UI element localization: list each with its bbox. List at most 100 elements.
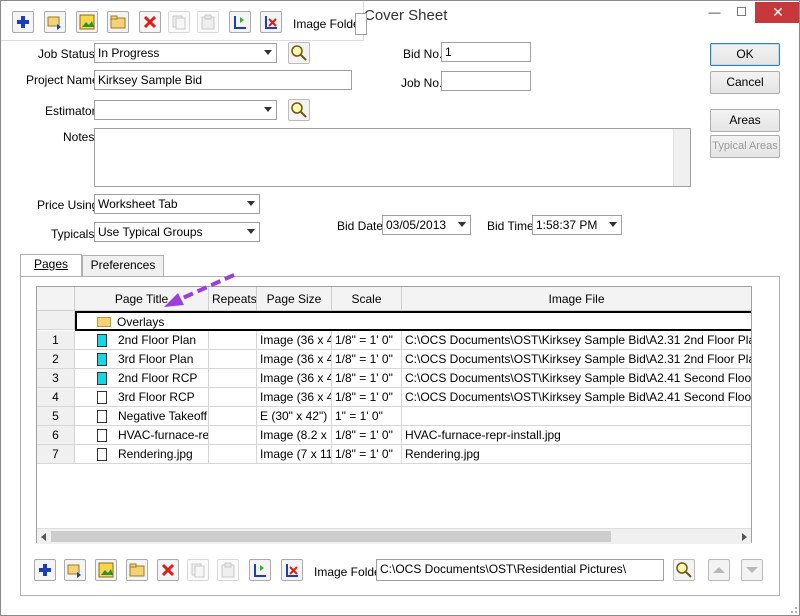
image-file-cell[interactable]: C:\OCS Documents\OST\Kirksey Sample Bid\… <box>402 350 751 369</box>
delete-button[interactable] <box>139 11 161 33</box>
image-file-cell[interactable] <box>402 407 751 426</box>
bottom-folder-button[interactable] <box>126 559 148 581</box>
maximize-button[interactable]: ☐ <box>728 2 755 23</box>
resize-grip-icon[interactable] <box>785 601 799 615</box>
page-title-cell[interactable]: HVAC-furnace-re... <box>75 426 209 445</box>
page-size-cell[interactable]: Image (36 x 48) <box>257 350 332 369</box>
table-row[interactable]: 6 HVAC-furnace-re... Image (8.2 x ... 1/8" … <box>37 426 751 445</box>
repeats-cell[interactable] <box>209 388 257 407</box>
scale-cell[interactable]: 1/8" = 1' 0" <box>332 331 402 350</box>
copy-button-disabled[interactable] <box>168 11 190 33</box>
move-button[interactable] <box>229 11 251 33</box>
overlays-group-row[interactable]: Overlays <box>37 311 751 331</box>
remove-page-button[interactable] <box>260 11 282 33</box>
grid-horizontal-scrollbar[interactable] <box>37 528 751 544</box>
image-file-cell-text: C:\OCS Documents\OST\Kirksey Sample Bid\… <box>405 390 752 404</box>
minimize-button[interactable]: — <box>701 2 728 23</box>
scale-cell[interactable]: 1/8" = 1' 0" <box>332 369 402 388</box>
estimator-dropdown[interactable] <box>94 100 277 120</box>
notes-scrollbar[interactable] <box>673 129 690 186</box>
repeats-cell[interactable] <box>209 369 257 388</box>
bottom-paste-button-disabled[interactable] <box>217 559 239 581</box>
bottom-image-button[interactable] <box>95 559 117 581</box>
image-file-cell[interactable]: HVAC-furnace-repr-install.jpg <box>402 426 751 445</box>
bid-no-field[interactable]: 1 <box>441 42 531 62</box>
price-using-dropdown[interactable]: Worksheet Tab <box>94 194 260 214</box>
image-folder-search-button[interactable] <box>673 559 695 581</box>
image-file-cell[interactable]: C:\OCS Documents\OST\Kirksey Sample Bid\… <box>402 369 752 388</box>
page-title-cell[interactable]: 2nd Floor RCP <box>75 369 209 388</box>
column-header-image-file[interactable]: Image File <box>402 287 751 311</box>
add-page-button[interactable] <box>12 11 34 33</box>
project-name-field[interactable]: Kirksey Sample Bid <box>94 70 352 90</box>
image-file-cell[interactable]: C:\OCS Documents\OST\Kirksey Sample Bid\… <box>402 388 752 407</box>
bottom-remove-page-button[interactable] <box>281 559 303 581</box>
column-header-page-size[interactable]: Page Size <box>257 287 332 311</box>
bid-time-picker[interactable]: 1:58:37 PM <box>532 215 622 235</box>
page-size-cell[interactable]: E (30" x 42") <box>257 407 332 426</box>
table-row[interactable]: 3 2nd Floor RCP Image (36 x 48) 1/8" = 1' 0… <box>37 369 752 388</box>
typical-areas-button[interactable]: Typical Areas <box>710 135 780 158</box>
scroll-right-icon[interactable] <box>742 533 747 541</box>
job-no-field[interactable] <box>441 71 531 91</box>
scale-cell[interactable]: 1/8" = 1' 0" <box>332 388 402 407</box>
repeats-cell[interactable] <box>209 426 257 445</box>
job-status-dropdown[interactable]: In Progress <box>94 43 277 63</box>
open-folder-arrow-button[interactable] <box>44 11 66 33</box>
overlays-group-cell[interactable]: Overlays <box>75 311 751 331</box>
image-file-cell[interactable]: C:\OCS Documents\OST\Kirksey Sample Bid\… <box>402 331 751 350</box>
scroll-left-icon[interactable] <box>41 533 46 541</box>
bottom-add-page-button[interactable] <box>34 559 56 581</box>
page-size-cell[interactable]: Image (36 x 48) <box>257 388 332 407</box>
page-title-cell[interactable]: Rendering.jpg <box>75 445 209 464</box>
table-row[interactable]: 2 3rd Floor Plan Image (36 x 48) 1/8" = 1' … <box>37 350 751 369</box>
repeats-cell[interactable] <box>209 331 257 350</box>
job-status-search-button[interactable] <box>288 42 310 64</box>
repeats-cell[interactable] <box>209 350 257 369</box>
page-size-cell[interactable]: Image (36 x 48) <box>257 369 332 388</box>
estimator-search-button[interactable] <box>288 99 310 121</box>
notes-textarea[interactable] <box>94 128 691 187</box>
page-size-cell[interactable]: Image (8.2 x ... <box>257 426 332 445</box>
image-button[interactable] <box>76 11 98 33</box>
top-image-folder-field[interactable] <box>355 13 367 35</box>
tab-pages[interactable]: Pages <box>20 254 82 277</box>
move-down-button[interactable] <box>741 559 763 581</box>
ok-button[interactable]: OK <box>710 43 780 66</box>
image-file-cell-text: C:\OCS Documents\OST\Kirksey Sample Bid\… <box>405 371 752 385</box>
image-file-cell[interactable]: Rendering.jpg <box>402 445 751 464</box>
move-up-button[interactable] <box>708 559 730 581</box>
page-size-cell[interactable]: Image (7 x 11) <box>257 445 332 464</box>
cancel-button[interactable]: Cancel <box>710 71 780 94</box>
scale-cell[interactable]: 1/8" = 1' 0" <box>332 350 402 369</box>
bid-date-picker[interactable]: 03/05/2013 <box>382 215 471 235</box>
table-row[interactable]: 7 Rendering.jpg Image (7 x 11) 1/8" = 1' 0"… <box>37 445 751 464</box>
page-size-cell[interactable]: Image (36 x 48) <box>257 331 332 350</box>
page-title-cell[interactable]: 3rd Floor Plan <box>75 350 209 369</box>
paste-button-disabled[interactable] <box>197 11 219 33</box>
repeats-cell[interactable] <box>209 445 257 464</box>
close-button[interactable]: ✕ <box>755 2 799 23</box>
page-title-cell[interactable]: 2nd Floor Plan <box>75 331 209 350</box>
scale-cell[interactable]: 1" = 1' 0" <box>332 407 402 426</box>
bottom-move-button[interactable] <box>249 559 271 581</box>
folder-button[interactable] <box>107 11 129 33</box>
typicals-dropdown[interactable]: Use Typical Groups <box>94 222 260 242</box>
scale-cell[interactable]: 1/8" = 1' 0" <box>332 426 402 445</box>
page-title-cell[interactable]: 3rd Floor RCP <box>75 388 209 407</box>
bottom-copy-button-disabled[interactable] <box>187 559 209 581</box>
scrollbar-thumb[interactable] <box>51 531 611 542</box>
delete-x-icon <box>161 563 175 577</box>
image-folder-field[interactable]: C:\OCS Documents\OST\Residential Picture… <box>376 559 664 581</box>
page-title-cell[interactable]: Negative Takeoff <box>75 407 209 426</box>
scale-cell[interactable]: 1/8" = 1' 0" <box>332 445 402 464</box>
table-row[interactable]: 1 2nd Floor Plan Image (36 x 48) 1/8" = 1' … <box>37 331 751 350</box>
column-header-scale[interactable]: Scale <box>332 287 402 311</box>
repeats-cell[interactable] <box>209 407 257 426</box>
tab-preferences[interactable]: Preferences <box>82 255 164 276</box>
bottom-delete-button[interactable] <box>157 559 179 581</box>
areas-button[interactable]: Areas <box>710 109 780 132</box>
bottom-open-folder-arrow-button[interactable] <box>64 559 86 581</box>
table-row[interactable]: 4 3rd Floor RCP Image (36 x 48) 1/8" = 1' 0… <box>37 388 752 407</box>
table-row[interactable]: 5 Negative Takeoff E (30" x 42") 1" = 1' 0" <box>37 407 751 426</box>
